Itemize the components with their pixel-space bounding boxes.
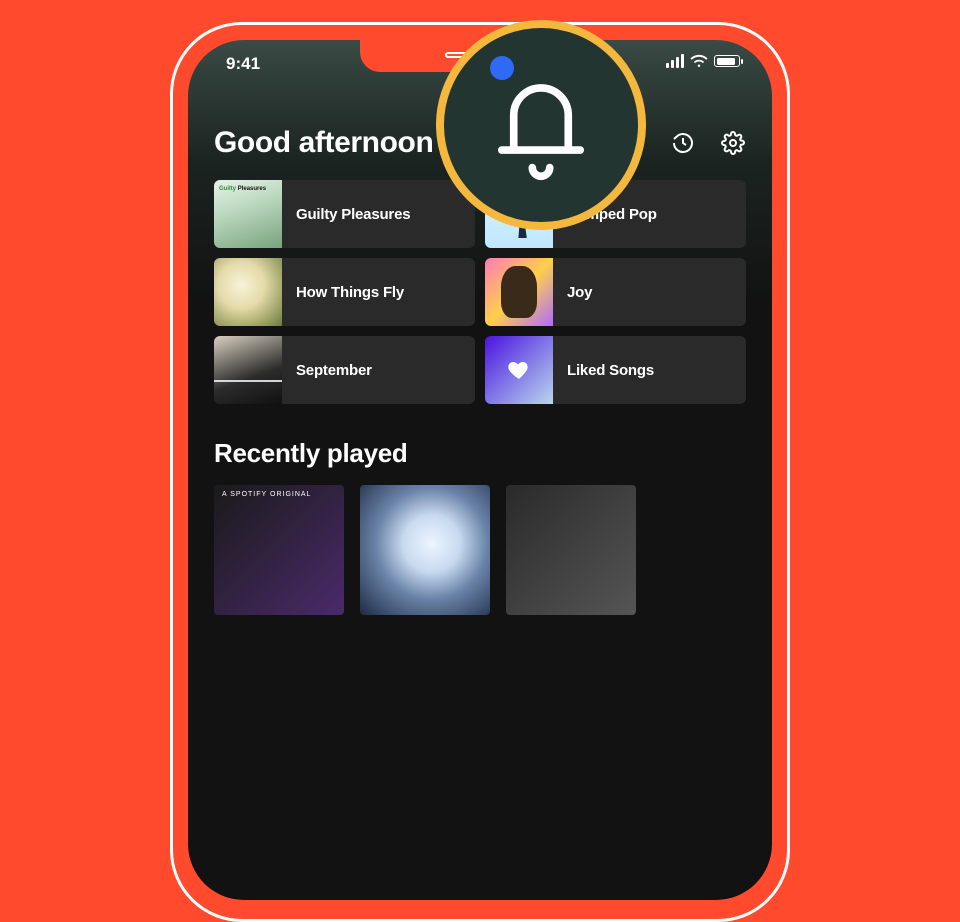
playlist-art xyxy=(485,258,553,326)
bell-large-icon xyxy=(486,65,596,185)
playlist-art xyxy=(214,336,282,404)
history-icon xyxy=(671,131,695,155)
history-button[interactable] xyxy=(670,130,696,156)
quick-pick-september[interactable]: September xyxy=(214,336,475,404)
quick-picks-grid: Guilty Pleasures Guilty Pleasures Pumped… xyxy=(214,180,746,404)
wifi-icon xyxy=(690,54,708,68)
notification-bell-callout xyxy=(436,20,646,230)
quick-pick-how-things-fly[interactable]: How Things Fly xyxy=(214,258,475,326)
quick-pick-label: September xyxy=(282,362,372,379)
playlist-art: Guilty Pleasures xyxy=(214,180,282,248)
quick-pick-label: Joy xyxy=(553,284,592,301)
quick-pick-label: How Things Fly xyxy=(282,284,404,301)
status-right xyxy=(666,54,740,68)
battery-icon xyxy=(714,55,740,67)
playlist-art xyxy=(214,258,282,326)
quick-pick-joy[interactable]: Joy xyxy=(485,258,746,326)
cellular-signal-icon xyxy=(666,54,684,68)
recently-played-row: A SPOTIFY ORIGINAL xyxy=(214,485,746,615)
quick-pick-label: Liked Songs xyxy=(553,362,654,379)
playlist-art xyxy=(485,336,553,404)
recently-played-title: Recently played xyxy=(214,438,746,469)
settings-button[interactable] xyxy=(720,130,746,156)
gear-icon xyxy=(721,131,745,155)
recent-item[interactable] xyxy=(360,485,490,615)
heart-icon xyxy=(507,358,531,382)
recent-item-tag: A SPOTIFY ORIGINAL xyxy=(222,491,311,498)
status-time: 9:41 xyxy=(226,54,260,74)
greeting-title: Good afternoon xyxy=(214,126,433,160)
recent-item[interactable]: A SPOTIFY ORIGINAL xyxy=(214,485,344,615)
quick-pick-label: Guilty Pleasures xyxy=(282,206,410,223)
recent-item[interactable] xyxy=(506,485,636,615)
notification-dot xyxy=(490,56,514,80)
quick-pick-guilty-pleasures[interactable]: Guilty Pleasures Guilty Pleasures xyxy=(214,180,475,248)
quick-pick-liked-songs[interactable]: Liked Songs xyxy=(485,336,746,404)
